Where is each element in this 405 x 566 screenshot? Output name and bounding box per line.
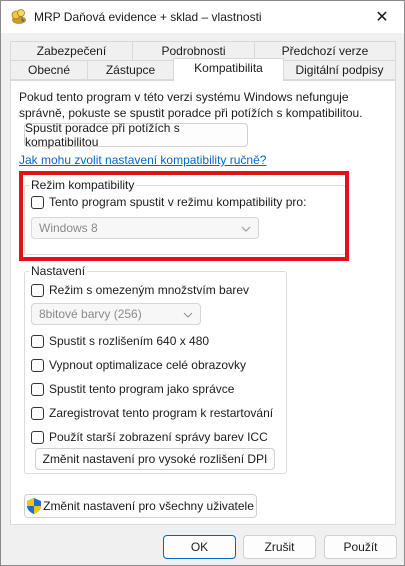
run-troubleshooter-button[interactable]: Spustit poradce při potížích s kompatibi… xyxy=(24,121,248,149)
compat-mode-legend: Režim kompatibility xyxy=(29,178,137,192)
register-restart-label: Zaregistrovat tento program k restartová… xyxy=(49,406,274,420)
properties-window: MRP Daňová evidence + sklad – vlastnosti… xyxy=(0,0,405,566)
tab-digital-signatures[interactable]: Digitální podpisy xyxy=(283,60,396,80)
register-restart-checkbox[interactable]: Zaregistrovat tento program k restartová… xyxy=(31,406,273,420)
compatibility-panel: Pokud tento program v této verzi systému… xyxy=(10,80,396,525)
all-users-settings-button[interactable]: Změnit nastavení pro všechny uživatele xyxy=(24,494,257,518)
tab-general[interactable]: Obecné xyxy=(10,60,88,80)
tab-shortcut[interactable]: Zástupce xyxy=(87,60,174,80)
disable-fullscreen-checkbox[interactable]: Vypnout optimalizace celé obrazovky xyxy=(31,358,246,372)
shield-icon xyxy=(27,498,42,514)
tab-compatibility[interactable]: Kompatibilita xyxy=(173,58,284,81)
color-depth-value: 8bitové barvy (256) xyxy=(39,307,142,321)
tab-security[interactable]: Zabezpečení xyxy=(10,41,133,61)
run-640-checkbox[interactable]: Spustit s rozlišením 640 x 480 xyxy=(31,334,209,348)
title-bar: MRP Daňová evidence + sklad – vlastnosti… xyxy=(1,1,404,33)
high-dpi-settings-button[interactable]: Změnit nastavení pro vysoké rozlišení DP… xyxy=(35,448,275,470)
color-depth-select[interactable]: 8bitové barvy (256) xyxy=(31,303,201,325)
window-title: MRP Daňová evidence + sklad – vlastnosti xyxy=(34,10,262,24)
run-as-admin-checkbox[interactable]: Spustit tento program jako správce xyxy=(31,382,234,396)
checkbox-box[interactable] xyxy=(31,334,44,348)
compat-mode-label: Tento program spustit v režimu kompatibi… xyxy=(49,195,307,209)
checkbox-box[interactable] xyxy=(31,195,44,209)
intro-text: Pokud tento program v této verzi systému… xyxy=(19,90,363,120)
checkbox-box[interactable] xyxy=(31,430,44,444)
run-640-label: Spustit s rozlišením 640 x 480 xyxy=(49,334,210,348)
app-icon xyxy=(10,8,28,26)
all-users-label: Změnit nastavení pro všechny uživatele xyxy=(43,499,254,513)
checkbox-box[interactable] xyxy=(31,283,44,297)
reduced-color-label: Režim s omezeným množstvím barev xyxy=(49,283,250,297)
ok-button[interactable]: OK xyxy=(163,535,236,559)
disable-fullscreen-label: Vypnout optimalizace celé obrazovky xyxy=(49,358,246,372)
apply-button[interactable]: Použít xyxy=(324,535,397,559)
settings-legend: Nastavení xyxy=(29,264,88,278)
chevron-down-icon xyxy=(183,307,193,327)
cancel-button[interactable]: Zrušit xyxy=(243,535,316,559)
checkbox-box[interactable] xyxy=(31,358,44,372)
compat-mode-checkbox[interactable]: Tento program spustit v režimu kompatibi… xyxy=(31,195,306,209)
checkbox-box[interactable] xyxy=(31,382,44,396)
legacy-icc-label: Použít starší zobrazení správy barev ICC xyxy=(49,430,268,444)
run-as-admin-label: Spustit tento program jako správce xyxy=(49,382,235,396)
reduced-color-checkbox[interactable]: Režim s omezeným množstvím barev xyxy=(31,283,249,297)
checkbox-box[interactable] xyxy=(31,406,44,420)
legacy-icc-checkbox[interactable]: Použít starší zobrazení správy barev ICC xyxy=(31,430,268,444)
close-button[interactable]: ✕ xyxy=(360,1,404,33)
chevron-down-icon xyxy=(241,221,251,241)
close-icon: ✕ xyxy=(375,9,389,26)
os-version-value: Windows 8 xyxy=(39,221,98,235)
os-version-select[interactable]: Windows 8 xyxy=(31,217,259,239)
manual-settings-link[interactable]: Jak mohu zvolit nastavení kompatibility … xyxy=(19,153,266,167)
